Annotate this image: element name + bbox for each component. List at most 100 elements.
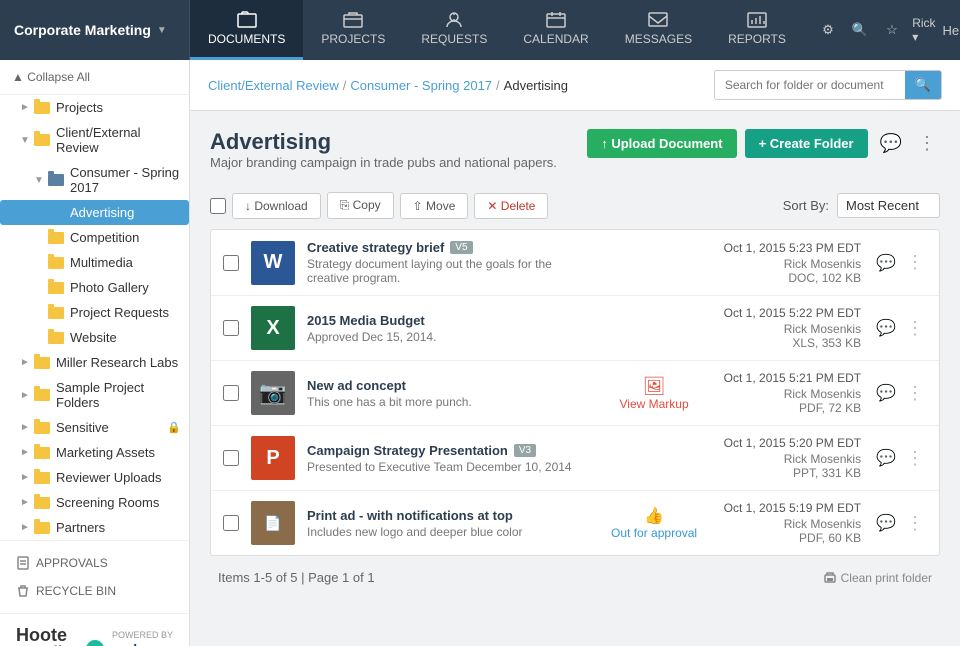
- collapse-all[interactable]: ▲ Collapse All: [0, 60, 189, 95]
- search-icon[interactable]: 🔍: [850, 20, 870, 40]
- more-btn-1[interactable]: ⋮: [903, 249, 927, 276]
- consumer-spring-label: Consumer - Spring 2017: [70, 165, 181, 195]
- screening-rooms-folder-icon: [34, 497, 50, 509]
- page-desc: Major branding campaign in trade pubs an…: [210, 155, 557, 170]
- select-all-checkbox[interactable]: [210, 198, 226, 214]
- comment-btn-3[interactable]: 💬: [873, 380, 899, 406]
- star-icon[interactable]: ☆: [882, 20, 902, 40]
- doc-main-2: 2015 Media Budget Approved Dec 15, 2014.: [307, 313, 597, 344]
- sidebar-item-multimedia[interactable]: Multimedia: [0, 250, 189, 275]
- powered-by-label: POWERED BY: [112, 630, 173, 640]
- settings-icon[interactable]: ⚙: [818, 20, 838, 40]
- brand[interactable]: Corporate Marketing ▼: [0, 0, 190, 60]
- search-button[interactable]: 🔍: [905, 71, 941, 99]
- sidebar-item-screening-rooms[interactable]: ► Screening Rooms: [0, 490, 189, 515]
- project-requests-label: Project Requests: [70, 305, 169, 320]
- sidebar-item-reviewer-uploads[interactable]: ► Reviewer Uploads: [0, 465, 189, 490]
- sidebar-item-project-requests[interactable]: Project Requests: [0, 300, 189, 325]
- sidebar-item-advertising[interactable]: Advertising: [0, 200, 189, 225]
- sidebar-item-consumer-spring[interactable]: ▼ Consumer - Spring 2017: [0, 160, 189, 200]
- user-icon[interactable]: Rick ▾: [914, 20, 934, 40]
- nav-documents[interactable]: DOCUMENTS: [190, 0, 303, 60]
- search-box: 🔍: [714, 70, 942, 100]
- sidebar: ▲ Collapse All ► Projects ▼ Client/Exter…: [0, 60, 190, 646]
- clean-print-button[interactable]: Clean print folder: [823, 571, 932, 585]
- more-btn-2[interactable]: ⋮: [903, 315, 927, 342]
- copy-button[interactable]: ⎘ Copy: [327, 192, 394, 219]
- recycle-bin-link[interactable]: RECYCLE BIN: [12, 577, 177, 605]
- toolbar-right: Sort By: Most Recent Oldest First Name A…: [783, 193, 940, 218]
- nav-requests[interactable]: REQUESTS: [403, 0, 505, 60]
- sort-select[interactable]: Most Recent Oldest First Name A-Z Name Z…: [837, 193, 940, 218]
- clean-print-label: Clean print folder: [841, 571, 932, 585]
- sidebar-item-sample-project[interactable]: ► Sample Project Folders: [0, 375, 189, 415]
- more-btn-3[interactable]: ⋮: [903, 380, 927, 407]
- row-checkbox-3[interactable]: [223, 385, 239, 401]
- nav-calendar-label: CALENDAR: [523, 32, 588, 46]
- sidebar-item-sensitive[interactable]: ► Sensitive 🔒: [0, 415, 189, 440]
- advertising-folder-icon: [48, 207, 64, 219]
- table-row: X 2015 Media Budget Approved Dec 15, 201…: [211, 296, 939, 361]
- nav-messages[interactable]: MESSAGES: [607, 0, 710, 60]
- doc-actions-3: 💬 ⋮: [873, 380, 927, 407]
- approvals-label: APPROVALS: [36, 556, 108, 570]
- table-row: 📷 New ad concept This one has a bit more…: [211, 361, 939, 426]
- help-label[interactable]: Help: [946, 20, 960, 40]
- sidebar-item-competition[interactable]: Competition: [0, 225, 189, 250]
- delete-button[interactable]: ✕ Delete: [474, 193, 548, 219]
- comment-header-button[interactable]: 💬: [876, 129, 906, 158]
- pagination-info: Items 1-5 of 5 | Page 1 of 1: [218, 570, 375, 585]
- doc-name-4[interactable]: Campaign Strategy Presentation V3: [307, 443, 597, 458]
- download-button[interactable]: ↓ Download: [232, 193, 321, 219]
- sidebar-item-partners[interactable]: ► Partners: [0, 515, 189, 540]
- sidebar-footer: APPROVALS RECYCLE BIN: [0, 540, 189, 613]
- doc-name-1[interactable]: Creative strategy brief V5: [307, 240, 597, 255]
- row-checkbox-1[interactable]: [223, 255, 239, 271]
- doc-status-5[interactable]: 👍 Out for approval: [609, 506, 699, 540]
- row-checkbox-5[interactable]: [223, 515, 239, 531]
- nav-calendar[interactable]: CALENDAR: [505, 0, 606, 60]
- move-button[interactable]: ⇧ Move: [400, 193, 469, 219]
- nav-reports[interactable]: REPORTS: [710, 0, 804, 60]
- more-header-button[interactable]: ⋮: [914, 129, 940, 158]
- toolbar-left: ↓ Download ⎘ Copy ⇧ Move ✕ Delete: [210, 192, 548, 219]
- version-badge-1: V5: [450, 241, 472, 254]
- more-btn-4[interactable]: ⋮: [903, 445, 927, 472]
- doc-name-3[interactable]: New ad concept: [307, 378, 597, 393]
- comment-btn-2[interactable]: 💬: [873, 315, 899, 341]
- view-markup-label[interactable]: View Markup: [620, 397, 689, 411]
- sidebar-item-marketing-assets[interactable]: ► Marketing Assets: [0, 440, 189, 465]
- comment-btn-1[interactable]: 💬: [873, 250, 899, 276]
- page-title: Advertising: [210, 129, 557, 155]
- reviewer-uploads-arrow: ►: [20, 472, 30, 483]
- comment-btn-4[interactable]: 💬: [873, 445, 899, 471]
- doc-name-5[interactable]: Print ad - with notifications at top: [307, 508, 597, 523]
- competition-folder-icon: [48, 232, 64, 244]
- row-checkbox-2[interactable]: [223, 320, 239, 336]
- photo-gallery-folder-icon: [48, 282, 64, 294]
- doc-status-3[interactable]: 🖼 View Markup: [609, 376, 699, 411]
- doc-thumb-2: X: [251, 306, 295, 350]
- sidebar-item-photo-gallery[interactable]: Photo Gallery: [0, 275, 189, 300]
- document-table: W Creative strategy brief V5 Strategy do…: [210, 229, 940, 556]
- client-external-arrow: ▼: [20, 135, 30, 146]
- approvals-link[interactable]: APPROVALS: [12, 549, 177, 577]
- marketing-assets-folder-icon: [34, 447, 50, 459]
- sidebar-item-client-external[interactable]: ▼ Client/External Review: [0, 120, 189, 160]
- sidebar-item-projects[interactable]: ► Projects: [0, 95, 189, 120]
- create-folder-button[interactable]: + Create Folder: [745, 129, 868, 158]
- doc-thumb-4: P: [251, 436, 295, 480]
- breadcrumb-client-external[interactable]: Client/External Review: [208, 78, 339, 93]
- row-checkbox-4[interactable]: [223, 450, 239, 466]
- sidebar-item-miller-research[interactable]: ► Miller Research Labs: [0, 350, 189, 375]
- sidebar-item-website[interactable]: Website: [0, 325, 189, 350]
- nav-projects[interactable]: PROJECTS: [303, 0, 403, 60]
- upload-button[interactable]: ↑ Upload Document: [587, 129, 736, 158]
- doc-name-2[interactable]: 2015 Media Budget: [307, 313, 597, 328]
- projects-arrow: ►: [20, 102, 30, 113]
- comment-btn-5[interactable]: 💬: [873, 510, 899, 536]
- out-for-approval-label[interactable]: Out for approval: [611, 526, 697, 540]
- search-input[interactable]: [715, 73, 905, 97]
- breadcrumb-consumer-spring[interactable]: Consumer - Spring 2017: [350, 78, 492, 93]
- more-btn-5[interactable]: ⋮: [903, 510, 927, 537]
